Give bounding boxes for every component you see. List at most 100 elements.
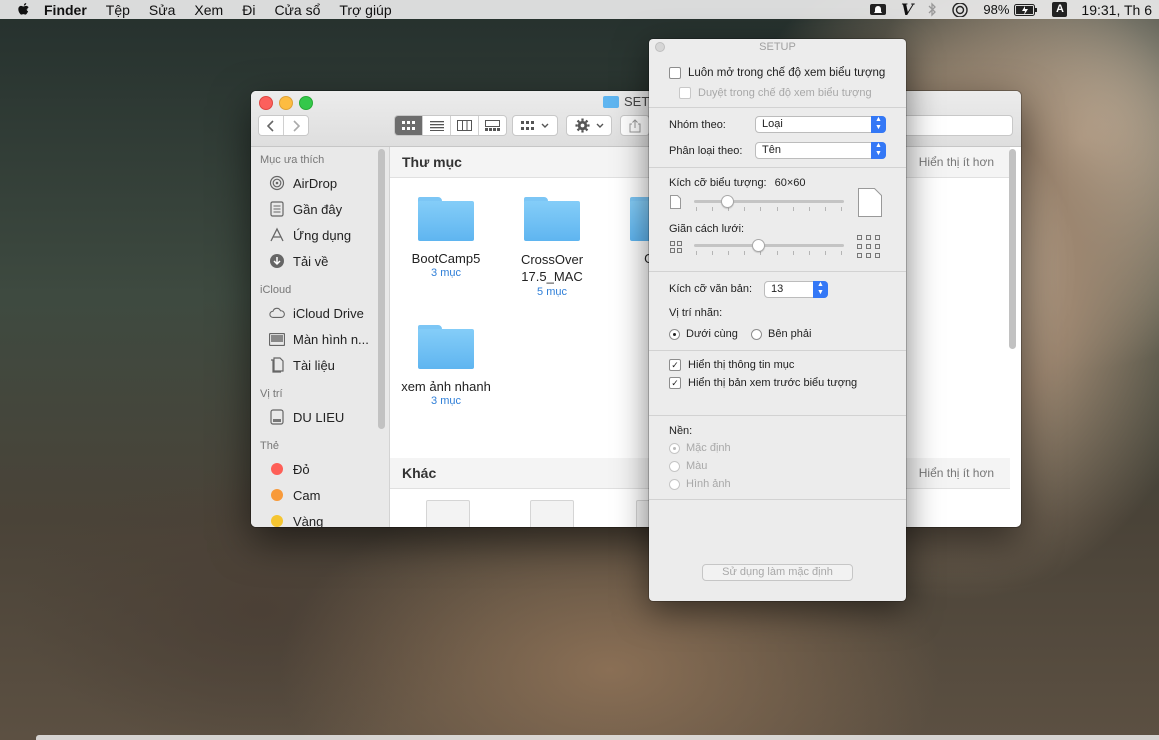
folder-item[interactable]: CrossOver 17.5_MAC 5 mục xyxy=(502,197,602,298)
chevron-down-icon xyxy=(596,123,603,128)
column-view-button[interactable] xyxy=(451,116,479,135)
minimize-button[interactable] xyxy=(279,96,293,110)
icon-size-slider[interactable] xyxy=(720,195,734,208)
gallery-view-button[interactable] xyxy=(479,116,506,135)
menu-bar: Finder Tệp Sửa Xem Đi Cửa sổ Trợ giúp V … xyxy=(0,0,1159,19)
panel-title: SETUP xyxy=(759,41,796,53)
icon-view-button[interactable] xyxy=(395,116,423,135)
input-source-icon[interactable]: A xyxy=(1052,2,1068,17)
sidebar-header-tags: Thẻ xyxy=(260,440,279,452)
text-size-select[interactable]: 13 ▲ ▼ xyxy=(764,281,828,298)
label-right-radio[interactable]: Bên phải xyxy=(751,328,811,340)
close-button[interactable] xyxy=(259,96,273,110)
label-position-label: Vị trí nhãn: xyxy=(669,307,723,319)
battery-icon[interactable] xyxy=(1014,3,1038,16)
show-less-link[interactable]: Hiển thị ít hơn xyxy=(919,155,994,169)
sidebar-header-icloud: iCloud xyxy=(260,284,292,296)
select-value: Loại xyxy=(762,118,783,130)
group-by-select[interactable]: Loại ▲ ▼ xyxy=(755,116,886,133)
icon-size-track xyxy=(694,200,844,203)
file-icon[interactable] xyxy=(426,500,470,527)
checkbox-checked-icon: ✓ xyxy=(669,377,681,389)
sidebar-item-label: Cam xyxy=(293,487,321,503)
content-scrollbar[interactable] xyxy=(1009,149,1016,349)
menu-finder[interactable]: Finder xyxy=(44,2,87,18)
menu-file[interactable]: Tệp xyxy=(106,2,130,18)
sidebar-item-airdrop[interactable]: AirDrop xyxy=(251,170,389,196)
sidebar-item-du-lieu[interactable]: DU LIEU xyxy=(251,404,389,430)
folder-item[interactable]: xem ảnh nhanh 3 mục xyxy=(396,325,496,407)
sidebar-item-desktop[interactable]: Màn hình n... xyxy=(251,326,389,352)
notification-icon[interactable] xyxy=(869,2,887,17)
label-bottom-radio[interactable]: Dưới cùng xyxy=(669,328,738,340)
checkbox-label: Luôn mở trong chế độ xem biểu tượng xyxy=(688,67,886,79)
icon-size-label: Kích cỡ biểu tượng: xyxy=(669,177,767,189)
background-label: Nền: xyxy=(669,425,693,437)
sidebar-item-recents[interactable]: Gần đây xyxy=(251,196,389,222)
sort-by-select[interactable]: Tên ▲ ▼ xyxy=(755,142,886,159)
menu-view[interactable]: Xem xyxy=(194,2,223,18)
grid-spacing-slider[interactable] xyxy=(752,239,765,252)
action-button[interactable] xyxy=(566,115,612,136)
show-item-info-checkbox[interactable]: ✓ Hiển thị thông tin mục xyxy=(669,359,794,371)
list-icon xyxy=(429,120,444,131)
grid-icon xyxy=(521,120,534,130)
sidebar-item-tag-orange[interactable]: Cam xyxy=(251,482,389,508)
folder-name: BootCamp5 xyxy=(411,251,481,266)
menu-window[interactable]: Cửa sổ xyxy=(274,2,320,18)
sidebar-item-downloads[interactable]: Tải về xyxy=(251,248,389,274)
apple-logo-icon[interactable] xyxy=(16,2,30,17)
v-logo-icon[interactable]: V xyxy=(901,0,913,19)
search-input[interactable] xyxy=(901,115,1013,136)
icon-size-row: Kích cỡ biểu tượng: 60×60 xyxy=(669,177,806,189)
menu-edit[interactable]: Sửa xyxy=(149,2,176,18)
grid-spacing-ticks xyxy=(696,251,842,255)
browse-icon-view-checkbox: Duyệt trong chế độ xem biểu tượng xyxy=(679,87,872,99)
radio-unselected-icon xyxy=(669,460,680,472)
show-icon-preview-checkbox[interactable]: ✓ Hiển thị bản xem trước biểu tượng xyxy=(669,377,857,389)
sidebar-item-icloud-drive[interactable]: iCloud Drive xyxy=(251,300,389,326)
updown-arrows-icon: ▲ ▼ xyxy=(871,142,886,159)
panel-titlebar: SETUP xyxy=(649,39,906,55)
checkbox-unchecked-icon xyxy=(669,67,681,79)
grid-icon xyxy=(401,120,415,130)
tag-dot-yellow-icon xyxy=(269,513,285,527)
checkbox-label: Hiển thị bản xem trước biểu tượng xyxy=(688,377,858,389)
folder-icon xyxy=(603,95,619,108)
window-title: SET xyxy=(603,94,649,109)
sidebar-item-label: Tài liệu xyxy=(293,357,335,373)
checkbox-checked-icon: ✓ xyxy=(669,359,681,371)
sidebar-item-applications[interactable]: Ứng dụng xyxy=(251,222,389,248)
forward-button[interactable] xyxy=(284,116,308,135)
group-button[interactable] xyxy=(512,115,558,136)
sidebar-item-label: Vàng xyxy=(293,513,324,528)
divider xyxy=(649,107,906,108)
zoom-button[interactable] xyxy=(299,96,313,110)
checkbox-label: Duyệt trong chế độ xem biểu tượng xyxy=(698,87,872,99)
file-icon[interactable] xyxy=(530,500,574,527)
bg-picture-radio: Hình ảnh xyxy=(669,478,731,490)
wifi-icon[interactable] xyxy=(951,2,969,17)
always-open-icon-view-checkbox[interactable]: Luôn mở trong chế độ xem biểu tượng xyxy=(669,67,885,79)
back-button[interactable] xyxy=(259,116,284,135)
menu-clock[interactable]: 19:31, Th 6 xyxy=(1081,2,1152,18)
sidebar-item-label: AirDrop xyxy=(293,175,338,191)
menu-go[interactable]: Đi xyxy=(242,2,255,18)
bluetooth-icon[interactable] xyxy=(927,2,937,17)
section-title: Khác xyxy=(402,465,437,481)
bg-default-radio: Mặc định xyxy=(669,442,731,454)
sidebar-item-tag-red[interactable]: Đỏ xyxy=(251,456,389,482)
desktop-icon xyxy=(269,331,285,347)
folder-item[interactable]: BootCamp5 3 mục xyxy=(396,197,496,279)
radio-selected-icon xyxy=(669,442,680,454)
checkbox-unchecked-icon xyxy=(679,87,691,99)
icon-size-value: 60×60 xyxy=(774,177,806,189)
list-view-button[interactable] xyxy=(423,116,451,135)
sidebar-item-documents[interactable]: Tài liệu xyxy=(251,352,389,378)
sidebar-item-tag-yellow[interactable]: Vàng xyxy=(251,508,389,527)
share-button[interactable] xyxy=(620,115,650,136)
sidebar-scrollbar[interactable] xyxy=(378,149,385,429)
show-less-link[interactable]: Hiển thị ít hơn xyxy=(919,466,994,480)
panel-close-button[interactable] xyxy=(655,42,665,52)
menu-help[interactable]: Trợ giúp xyxy=(339,2,391,18)
